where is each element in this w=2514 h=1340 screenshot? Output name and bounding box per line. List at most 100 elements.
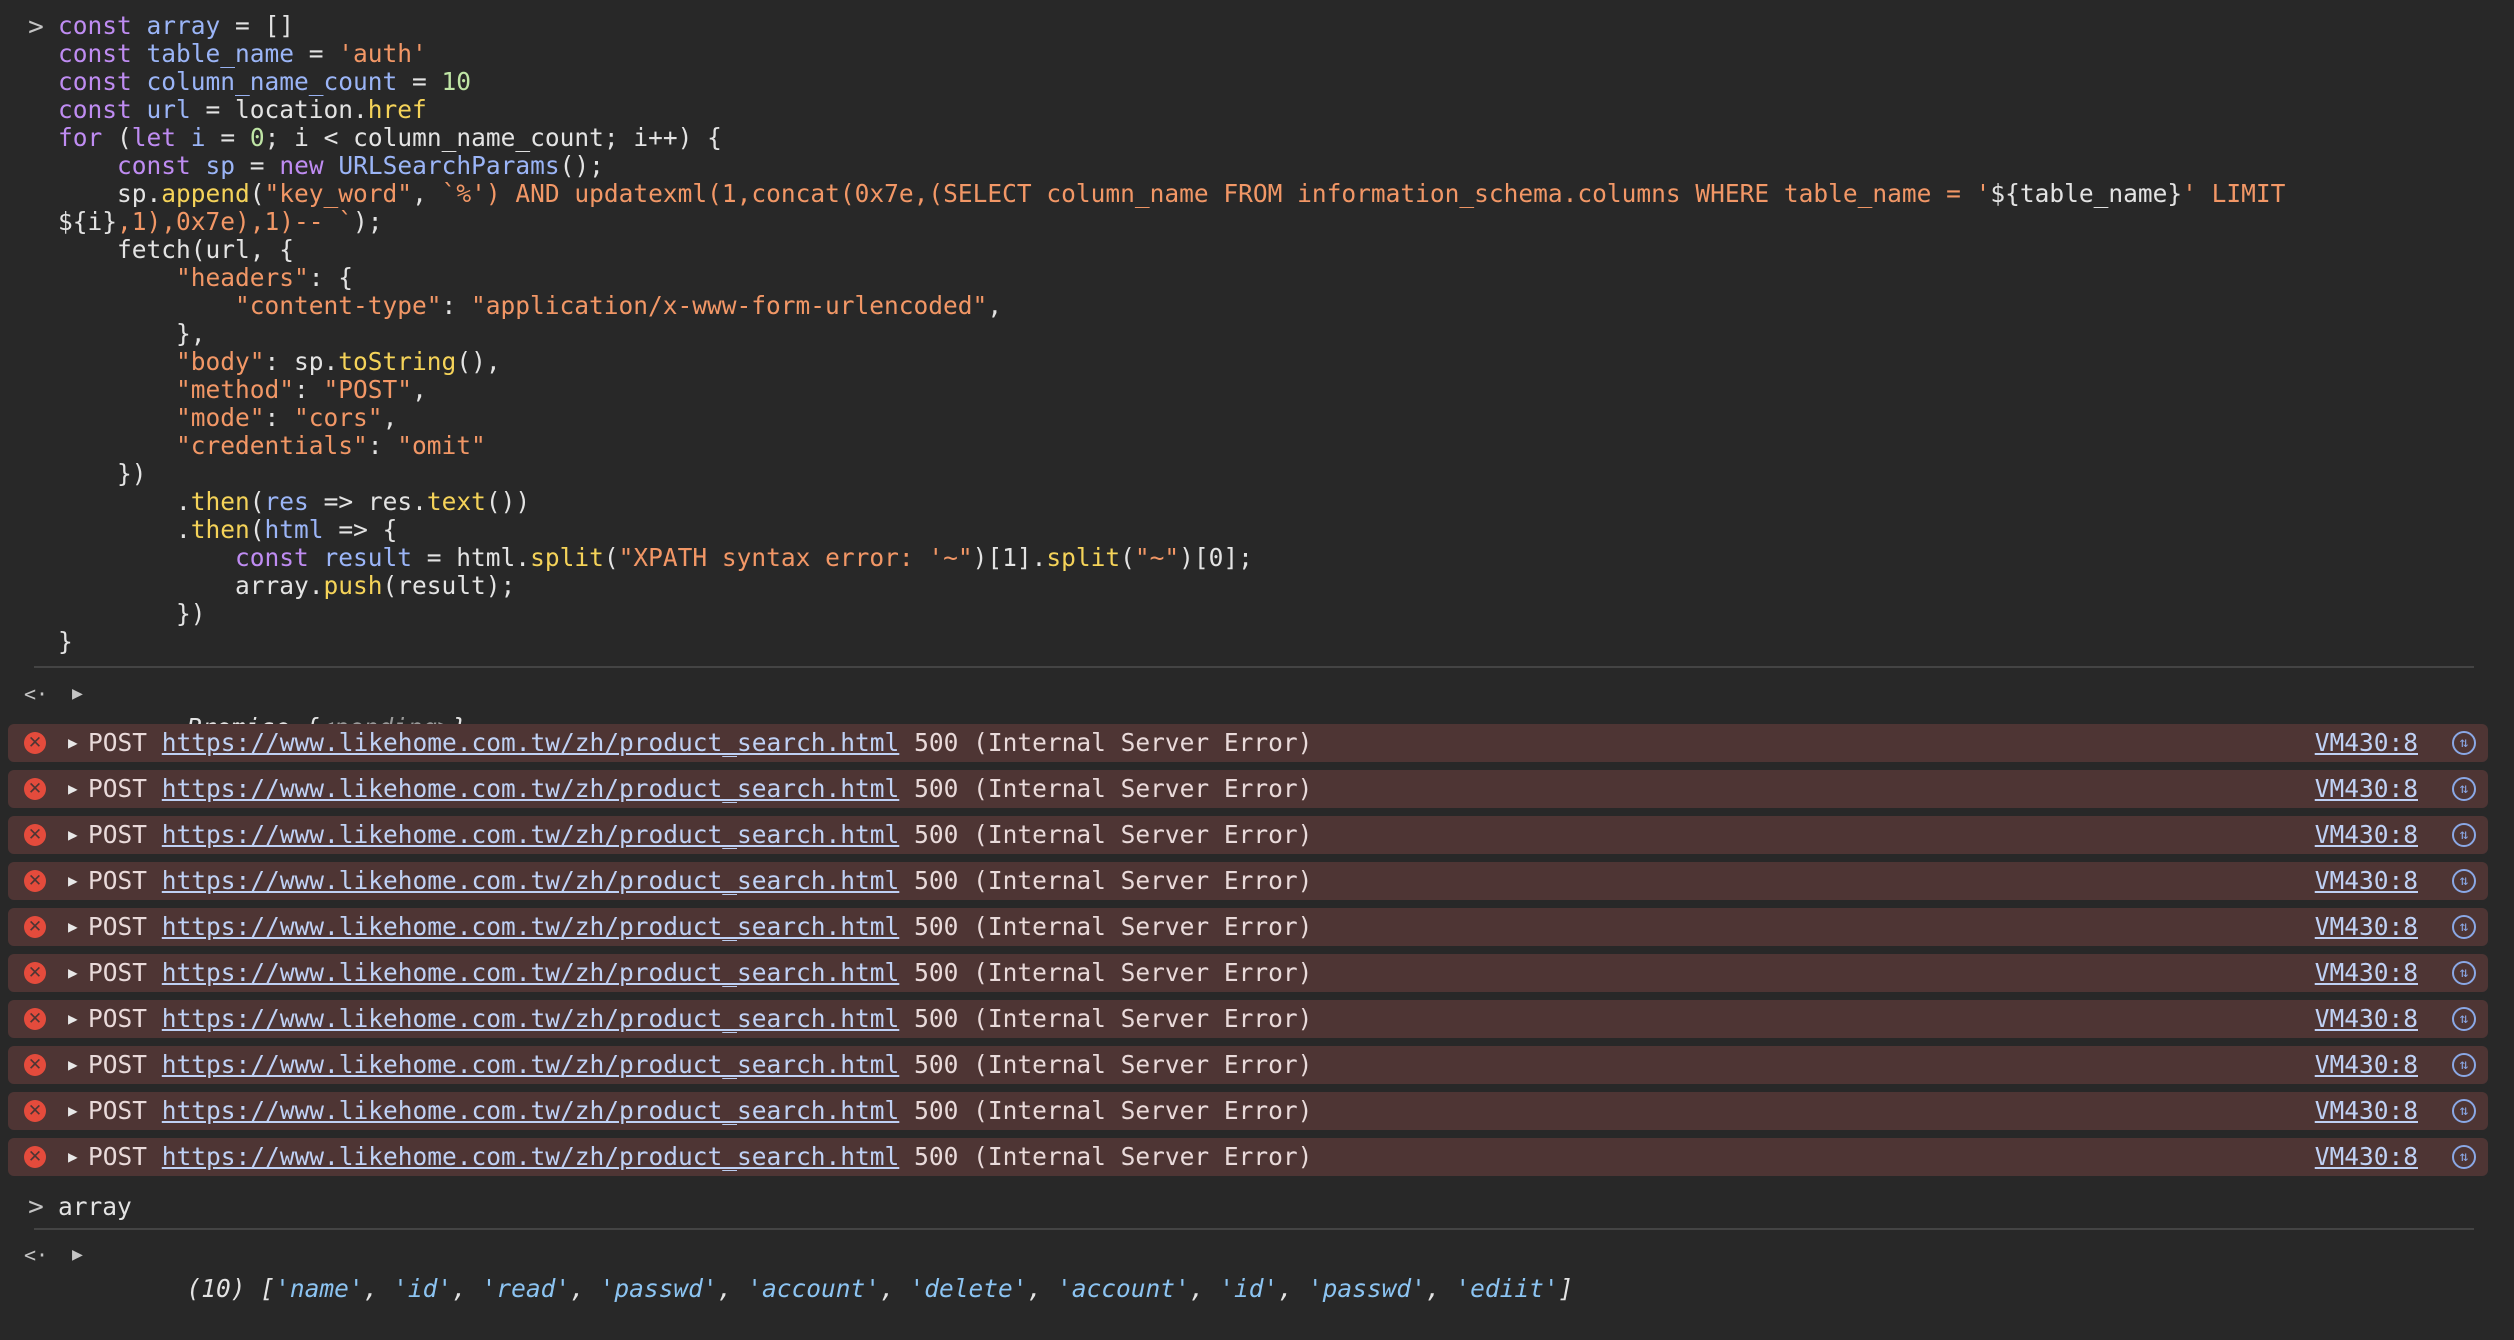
- code-token: array.: [58, 571, 324, 600]
- error-method: POST: [88, 774, 148, 803]
- code-token: table_name: [146, 39, 295, 68]
- network-request-icon[interactable]: ⇅: [2452, 915, 2476, 939]
- error-row[interactable]: ✕ ▶ POST https://www.likehome.com.tw/zh/pr…: [8, 1000, 2488, 1038]
- network-request-icon[interactable]: ⇅: [2452, 1099, 2476, 1123]
- error-row[interactable]: ✕ ▶ POST https://www.likehome.com.tw/zh/pr…: [8, 1046, 2488, 1084]
- code-token: (: [249, 179, 265, 208]
- error-row[interactable]: ✕ ▶ POST https://www.likehome.com.tw/zh/pr…: [8, 862, 2488, 900]
- code-token: "POST": [323, 375, 413, 404]
- code-line: }): [58, 460, 2514, 488]
- error-row[interactable]: ✕ ▶ POST https://www.likehome.com.tw/zh/pr…: [8, 724, 2488, 762]
- error-source-link[interactable]: VM430:8: [2315, 908, 2418, 946]
- code-line: "method": "POST",: [58, 376, 2514, 404]
- code-line: }): [58, 600, 2514, 628]
- code-token: ' LIMIT: [2182, 179, 2286, 208]
- error-source-link[interactable]: VM430:8: [2315, 1000, 2418, 1038]
- code-token: =: [205, 123, 250, 152]
- code-token: "~": [1134, 543, 1180, 572]
- code-token: append: [161, 179, 250, 208]
- input-code[interactable]: const array = [] const table_name = 'auth…: [58, 12, 2514, 656]
- error-source-link[interactable]: VM430:8: [2315, 862, 2418, 900]
- error-url-link[interactable]: https://www.likehome.com.tw/zh/product_s…: [162, 820, 900, 849]
- error-url-link[interactable]: https://www.likehome.com.tw/zh/product_s…: [162, 1050, 900, 1079]
- expand-triangle-icon[interactable]: ▶: [68, 1092, 78, 1130]
- error-icon: ✕: [24, 870, 46, 892]
- error-icon: ✕: [24, 962, 46, 984]
- expand-triangle-icon[interactable]: ▶: [68, 724, 78, 762]
- expand-triangle-icon[interactable]: ▶: [68, 954, 78, 992]
- expand-triangle-icon[interactable]: ▶: [68, 908, 78, 946]
- expand-triangle-icon[interactable]: ▶: [68, 1000, 78, 1038]
- error-row[interactable]: ✕ ▶ POST https://www.likehome.com.tw/zh/pr…: [8, 1138, 2488, 1176]
- network-request-icon[interactable]: ⇅: [2452, 869, 2476, 893]
- expand-triangle-icon[interactable]: ▶: [68, 1046, 78, 1084]
- error-url-link[interactable]: https://www.likehome.com.tw/zh/product_s…: [162, 774, 900, 803]
- code-line: "credentials": "omit": [58, 432, 2514, 460]
- code-token: url: [146, 95, 191, 124]
- error-url-link[interactable]: https://www.likehome.com.tw/zh/product_s…: [162, 958, 900, 987]
- code-token: for: [58, 123, 118, 152]
- code-line: const url = location.href: [58, 96, 2514, 124]
- code-line: "body": sp.toString(),: [58, 348, 2514, 376]
- array-result-row[interactable]: <· ▶ (10) ['name', 'id', 'read', 'passwd…: [0, 1238, 2514, 1303]
- error-url-link[interactable]: https://www.likehome.com.tw/zh/product_s…: [162, 728, 900, 757]
- array-separator: ,: [1425, 1274, 1456, 1303]
- code-token: : sp.: [264, 347, 339, 376]
- error-source-link[interactable]: VM430:8: [2315, 1092, 2418, 1130]
- error-source-link[interactable]: VM430:8: [2315, 954, 2418, 992]
- error-url-link[interactable]: https://www.likehome.com.tw/zh/product_s…: [162, 1096, 900, 1125]
- input-prompt-icon: >: [28, 1192, 44, 1222]
- code-line: array.push(result);: [58, 572, 2514, 600]
- error-list: ✕ ▶ POST https://www.likehome.com.tw/zh/pr…: [8, 724, 2488, 1184]
- promise-result-row[interactable]: <· ▶ Promise {<pending>}: [0, 677, 2514, 742]
- error-source-link[interactable]: VM430:8: [2315, 816, 2418, 854]
- error-url-link[interactable]: https://www.likehome.com.tw/zh/product_s…: [162, 912, 900, 941]
- error-icon: ✕: [24, 916, 46, 938]
- network-request-icon[interactable]: ⇅: [2452, 777, 2476, 801]
- input-code-array[interactable]: array: [58, 1190, 132, 1224]
- error-url-link[interactable]: https://www.likehome.com.tw/zh/product_s…: [162, 1004, 900, 1033]
- network-request-icon[interactable]: ⇅: [2452, 823, 2476, 847]
- expand-triangle-icon[interactable]: ▶: [68, 770, 78, 808]
- expand-triangle-icon[interactable]: ▶: [72, 1238, 83, 1272]
- network-request-icon[interactable]: ⇅: [2452, 1053, 2476, 1077]
- error-source-link[interactable]: VM430:8: [2315, 724, 2418, 762]
- error-row[interactable]: ✕ ▶ POST https://www.likehome.com.tw/zh/pr…: [8, 1092, 2488, 1130]
- expand-triangle-icon[interactable]: ▶: [72, 677, 83, 711]
- expand-triangle-icon[interactable]: ▶: [68, 816, 78, 854]
- code-token: column_name_count: [146, 67, 398, 96]
- code-token: new: [279, 151, 339, 180]
- network-request-icon[interactable]: ⇅: [2452, 731, 2476, 755]
- code-token: fetch(url, {: [58, 235, 295, 264]
- network-request-icon[interactable]: ⇅: [2452, 1145, 2476, 1169]
- code-token: "cors": [294, 403, 383, 432]
- network-request-icon[interactable]: ⇅: [2452, 961, 2476, 985]
- expand-triangle-icon[interactable]: ▶: [68, 862, 78, 900]
- expand-triangle-icon[interactable]: ▶: [68, 1138, 78, 1176]
- code-line: sp.append("key_word", `%') AND updatexml…: [58, 180, 2514, 208]
- code-token: const: [117, 151, 206, 180]
- network-request-icon[interactable]: ⇅: [2452, 1007, 2476, 1031]
- code-line: for (let i = 0; i < column_name_count; i…: [58, 124, 2514, 152]
- error-source-link[interactable]: VM430:8: [2315, 1138, 2418, 1176]
- code-line: const table_name = 'auth': [58, 40, 2514, 68]
- result-return-icon: <·: [24, 1243, 49, 1267]
- error-row[interactable]: ✕ ▶ POST https://www.likehome.com.tw/zh/pr…: [8, 816, 2488, 854]
- devtools-console: > const array = [] const table_name = 'au…: [0, 0, 2514, 1303]
- error-source-link[interactable]: VM430:8: [2315, 770, 2418, 808]
- error-icon: ✕: [24, 732, 46, 754]
- error-status: 500 (Internal Server Error): [914, 1004, 1313, 1033]
- error-row[interactable]: ✕ ▶ POST https://www.likehome.com.tw/zh/pr…: [8, 770, 2488, 808]
- error-url-link[interactable]: https://www.likehome.com.tw/zh/product_s…: [162, 866, 900, 895]
- error-icon: ✕: [24, 778, 46, 800]
- array-item: 'id': [393, 1274, 453, 1303]
- code-line: const sp = new URLSearchParams();: [58, 152, 2514, 180]
- error-row[interactable]: ✕ ▶ POST https://www.likehome.com.tw/zh/pr…: [8, 954, 2488, 992]
- error-row[interactable]: ✕ ▶ POST https://www.likehome.com.tw/zh/pr…: [8, 908, 2488, 946]
- error-source-link[interactable]: VM430:8: [2315, 1046, 2418, 1084]
- error-icon: ✕: [24, 1008, 46, 1030]
- error-url-link[interactable]: https://www.likehome.com.tw/zh/product_s…: [162, 1142, 900, 1171]
- code-token: 10: [441, 67, 472, 96]
